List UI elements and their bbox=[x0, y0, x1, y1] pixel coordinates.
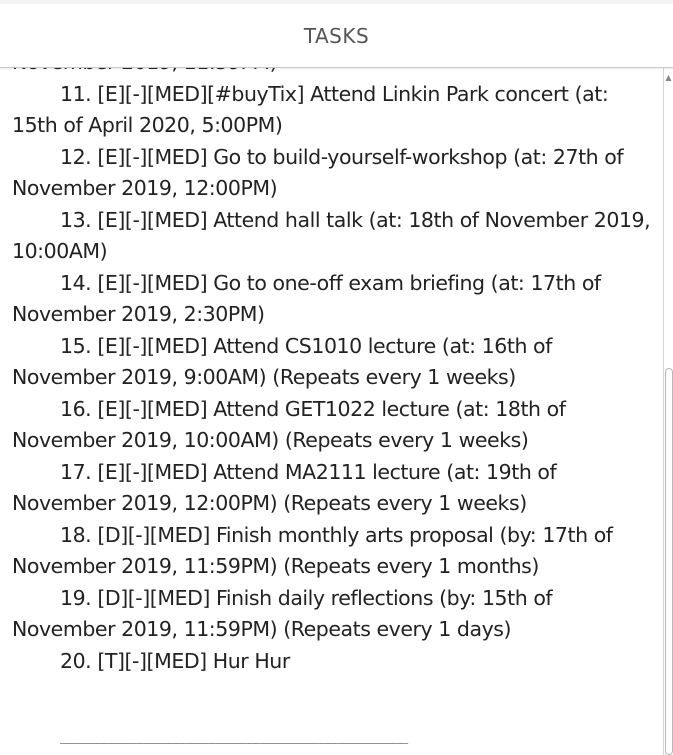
task-item-16: 16. [E][-][MED] Attend GET1022 lecture (… bbox=[12, 396, 566, 453]
task-item-12: 12. [E][-][MED] Go to build-yourself-wor… bbox=[12, 144, 624, 201]
task-list-panel[interactable]: November 2019, 11:59PM) 11. [E][-][MED][… bbox=[0, 68, 663, 755]
task-item-17: 17. [E][-][MED] Attend MA2111 lecture (a… bbox=[12, 459, 557, 516]
task-item-19: 19. [D][-][MED] Finish daily reflections… bbox=[12, 585, 553, 642]
task-item-20: 20. [T][-][MED] Hur Hur bbox=[60, 648, 290, 673]
task-item-continuation: November 2019, 11:59PM) bbox=[12, 68, 652, 79]
page-title: TASKS bbox=[303, 23, 370, 48]
task-item-15: 15. [E][-][MED] Attend CS1010 lecture (a… bbox=[12, 333, 552, 390]
task-item-14: 14. [E][-][MED] Go to one-off exam brief… bbox=[12, 270, 601, 327]
list-divider: ________________________________________… bbox=[60, 728, 408, 744]
task-item-18: 18. [D][-][MED] Finish monthly arts prop… bbox=[12, 522, 613, 579]
vertical-scrollbar-thumb[interactable] bbox=[665, 368, 673, 755]
task-item-13: 13. [E][-][MED] Attend hall talk (at: 18… bbox=[12, 207, 651, 264]
task-list: November 2019, 11:59PM) 11. [E][-][MED][… bbox=[12, 68, 652, 677]
task-item-11: 11. [E][-][MED][#buyTix] Attend Linkin P… bbox=[12, 81, 609, 138]
scroll-up-arrow-icon[interactable]: ▲ bbox=[664, 72, 673, 84]
tasks-header: TASKS bbox=[0, 4, 673, 68]
